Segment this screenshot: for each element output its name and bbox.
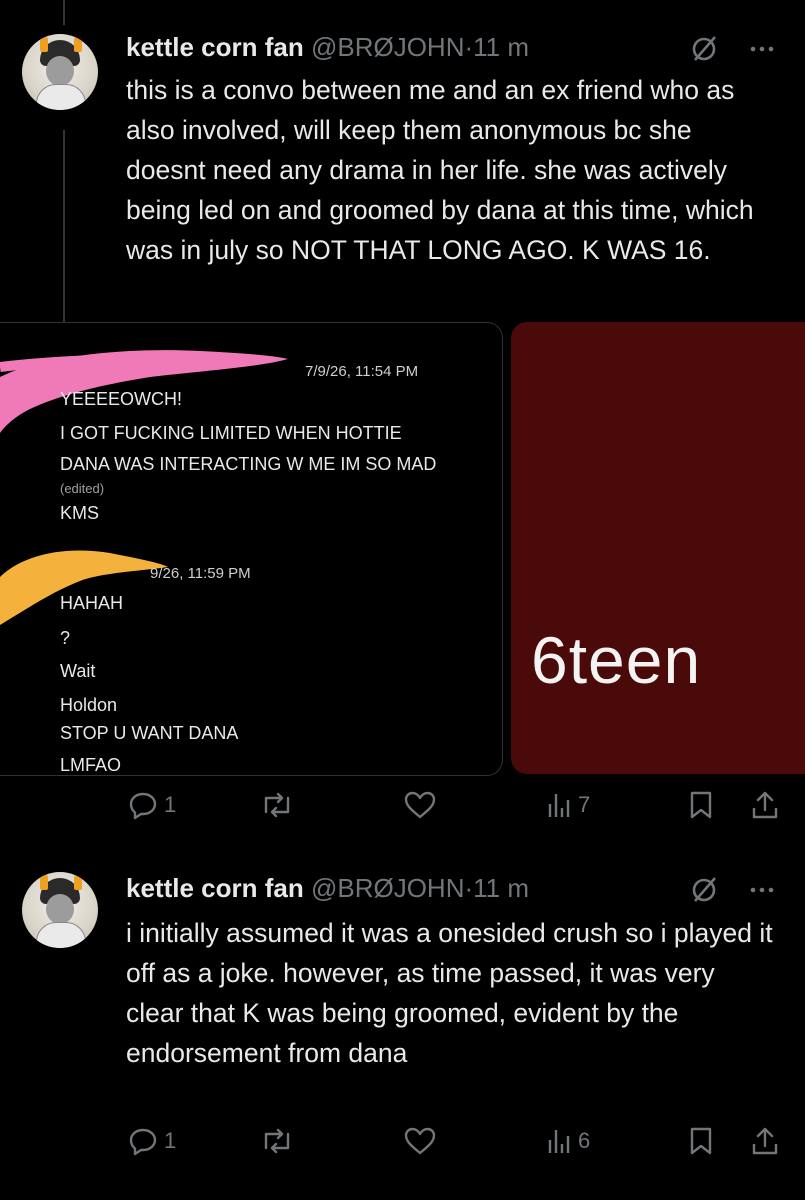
image-caption: 6teen — [531, 623, 702, 697]
views-icon — [548, 794, 570, 817]
repost-button[interactable] — [260, 790, 300, 820]
chat-line: DANA WAS INTERACTING W ME IM SO MAD — [60, 454, 437, 474]
thread-line — [63, 130, 65, 330]
more-icon[interactable] — [749, 875, 775, 910]
thread-line — [63, 0, 65, 25]
tweet-actions: 1 6 — [128, 1126, 788, 1160]
repost-button[interactable] — [260, 1126, 300, 1156]
views-icon — [548, 1130, 570, 1153]
like-icon — [404, 791, 436, 819]
avatar[interactable] — [22, 872, 98, 948]
grok-icon[interactable] — [689, 34, 719, 69]
more-icon[interactable] — [749, 34, 775, 69]
timestamp[interactable]: 11 m — [473, 32, 529, 62]
timestamp[interactable]: 11 m — [473, 873, 529, 903]
chat-line: I GOT FUCKING LIMITED WHEN HOTTIE — [60, 423, 402, 443]
views-button[interactable]: 7 — [546, 790, 590, 820]
display-name[interactable]: kettle corn fan — [126, 873, 304, 903]
repost-icon — [264, 1128, 290, 1154]
reply-count: 1 — [164, 792, 177, 817]
chat-line: Wait — [60, 661, 96, 681]
handle[interactable]: @BRØJOHN — [311, 873, 465, 903]
media-image[interactable]: 6teen — [511, 322, 805, 774]
reply-count: 1 — [164, 1128, 177, 1153]
reply-icon — [129, 792, 157, 820]
reply-button[interactable]: 1 — [128, 790, 176, 820]
avatar[interactable] — [22, 34, 98, 110]
header-icons — [689, 34, 775, 69]
handle[interactable]: @BRØJOHN — [311, 32, 465, 62]
chat-line: LMFAO — [60, 755, 122, 775]
message-timestamp: 9/26, 11:59 PM — [150, 565, 251, 582]
chat-line: STOP U WANT DANA — [60, 723, 239, 743]
edited-label: (edited) — [60, 481, 105, 496]
chat-line: Holdon — [60, 695, 118, 715]
view-count: 7 — [578, 792, 591, 817]
tweet-text: this is a convo between me and an ex fri… — [126, 75, 754, 265]
scribble-pink — [0, 350, 288, 433]
chat-line: YEEEEOWCH! — [60, 389, 183, 409]
chat-line: HAHAH — [60, 593, 124, 613]
share-button[interactable] — [750, 790, 780, 820]
tweet-text: i initially assumed it was a onesided cr… — [126, 918, 773, 1068]
bookmark-button[interactable] — [688, 790, 714, 820]
tweet-header: kettle corn fan @BRØJOHN·11 m — [126, 873, 529, 903]
tweet-header: kettle corn fan @BRØJOHN·11 m — [126, 32, 529, 62]
repost-icon — [264, 792, 290, 818]
display-name[interactable]: kettle corn fan — [126, 32, 304, 62]
like-icon — [404, 1127, 436, 1155]
reply-icon — [129, 1128, 157, 1156]
share-button[interactable] — [750, 1126, 780, 1156]
chat-line: ? — [60, 628, 71, 648]
bookmark-button[interactable] — [688, 1126, 714, 1156]
bookmark-icon — [690, 791, 712, 819]
grok-icon[interactable] — [689, 875, 719, 910]
media-chat-screenshot[interactable]: 7/9/26, 11:54 PM YEEEEOWCH! I GOT FUCKIN… — [0, 322, 503, 776]
like-button[interactable] — [403, 1126, 443, 1156]
like-button[interactable] — [403, 790, 443, 820]
view-count: 6 — [578, 1128, 591, 1153]
bookmark-icon — [690, 1127, 712, 1155]
share-icon — [752, 1127, 778, 1155]
separator: · — [464, 32, 474, 62]
reply-button[interactable]: 1 — [128, 1126, 176, 1156]
chat-line: KMS — [60, 503, 100, 523]
header-icons — [689, 875, 775, 910]
views-button[interactable]: 6 — [546, 1126, 590, 1156]
tweet-actions: 1 7 — [128, 790, 788, 824]
message-timestamp: 7/9/26, 11:54 PM — [305, 363, 419, 380]
share-icon — [752, 791, 778, 819]
separator: · — [464, 873, 474, 903]
